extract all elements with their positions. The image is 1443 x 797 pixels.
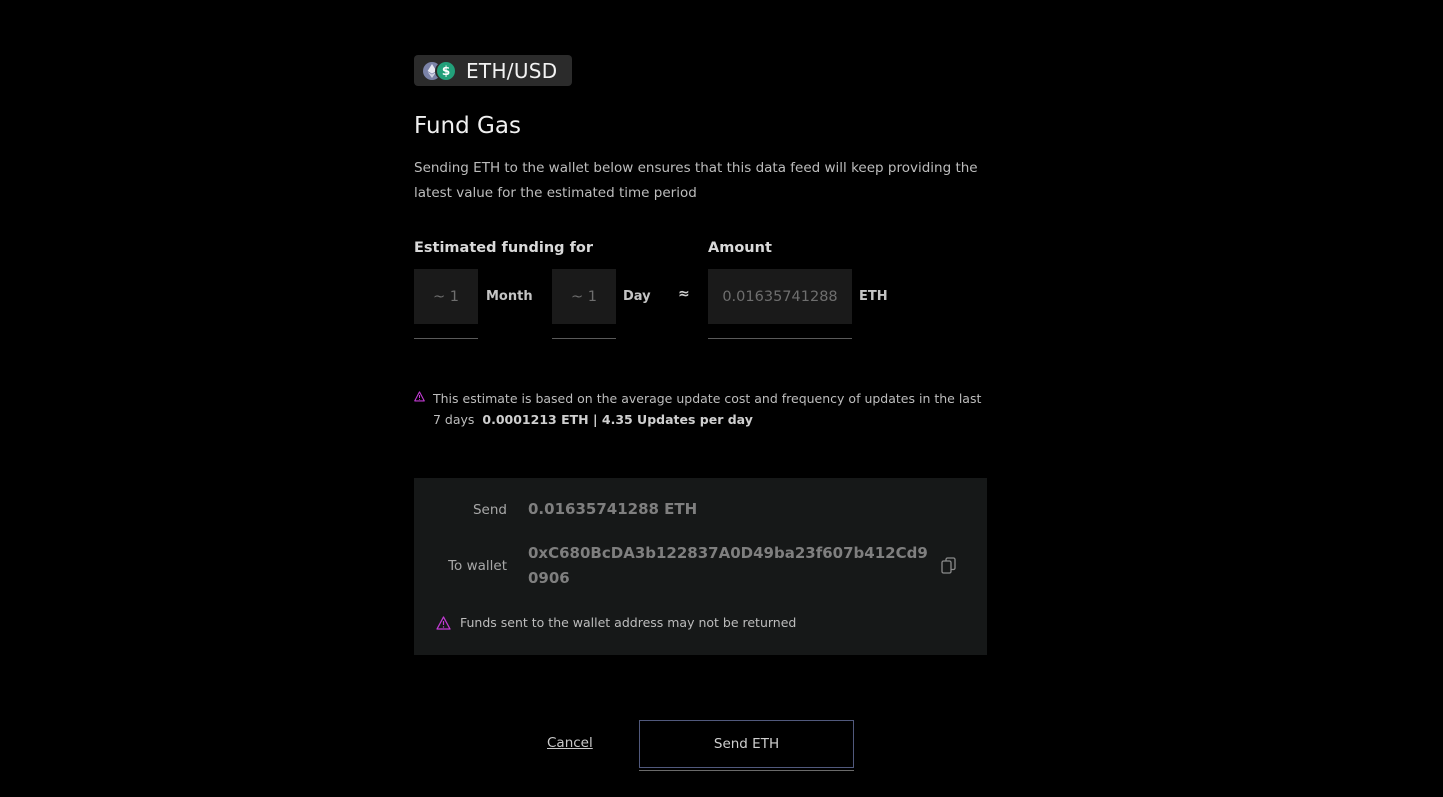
months-input[interactable]: ~ 1 [414, 269, 478, 324]
wallet-label: To wallet [448, 558, 507, 574]
amount-input-underline [708, 338, 852, 339]
estimated-funding-label: Estimated funding for [414, 240, 593, 256]
fund-gas-page: $ ETH/USD Fund Gas Sending ETH to the wa… [0, 0, 1443, 797]
wallet-address-line-1: 0xC680BcDA3b122837A0D49ba23f607b412Cd9 [528, 544, 928, 562]
months-input-underline [414, 338, 478, 339]
amount-label: Amount [708, 240, 772, 256]
send-amount: 0.01635741288 ETH [528, 500, 698, 518]
copy-address-button[interactable] [939, 556, 959, 576]
amount-unit-label: ETH [859, 289, 888, 304]
wallet-address-line-2: 0906 [528, 569, 570, 587]
send-button-underline [639, 770, 854, 771]
cancel-button[interactable]: Cancel [547, 735, 593, 751]
pair-badge: $ ETH/USD [414, 55, 572, 86]
months-unit-label: Month [486, 289, 533, 304]
approx-symbol: ≈ [678, 286, 690, 302]
copy-icon [941, 557, 956, 574]
estimate-stats: 0.0001213 ETH | 4.35 Updates per day [482, 412, 753, 427]
page-title: Fund Gas [414, 113, 521, 139]
pair-icons: $ [422, 61, 458, 81]
send-label: Send [472, 502, 507, 518]
funds-warning-text: Funds sent to the wallet address may not… [460, 615, 797, 630]
pair-name: ETH/USD [466, 58, 558, 83]
days-input-underline [552, 338, 616, 339]
warning-icon [414, 391, 425, 402]
funds-warning: Funds sent to the wallet address may not… [436, 615, 796, 630]
days-unit-label: Day [623, 289, 651, 304]
days-input[interactable]: ~ 1 [552, 269, 616, 324]
send-eth-button[interactable]: Send ETH [639, 720, 854, 768]
amount-input[interactable]: 0.01635741288 [708, 269, 852, 324]
send-summary-panel: Send 0.01635741288 ETH To wallet 0xC680B… [414, 478, 987, 655]
warning-icon [436, 615, 451, 630]
wallet-address: 0xC680BcDA3b122837A0D49ba23f607b412Cd9 0… [528, 541, 928, 591]
page-description: Sending ETH to the wallet below ensures … [414, 160, 978, 201]
usd-icon: $ [437, 61, 455, 80]
estimate-note: This estimate is based on the average up… [414, 388, 986, 430]
